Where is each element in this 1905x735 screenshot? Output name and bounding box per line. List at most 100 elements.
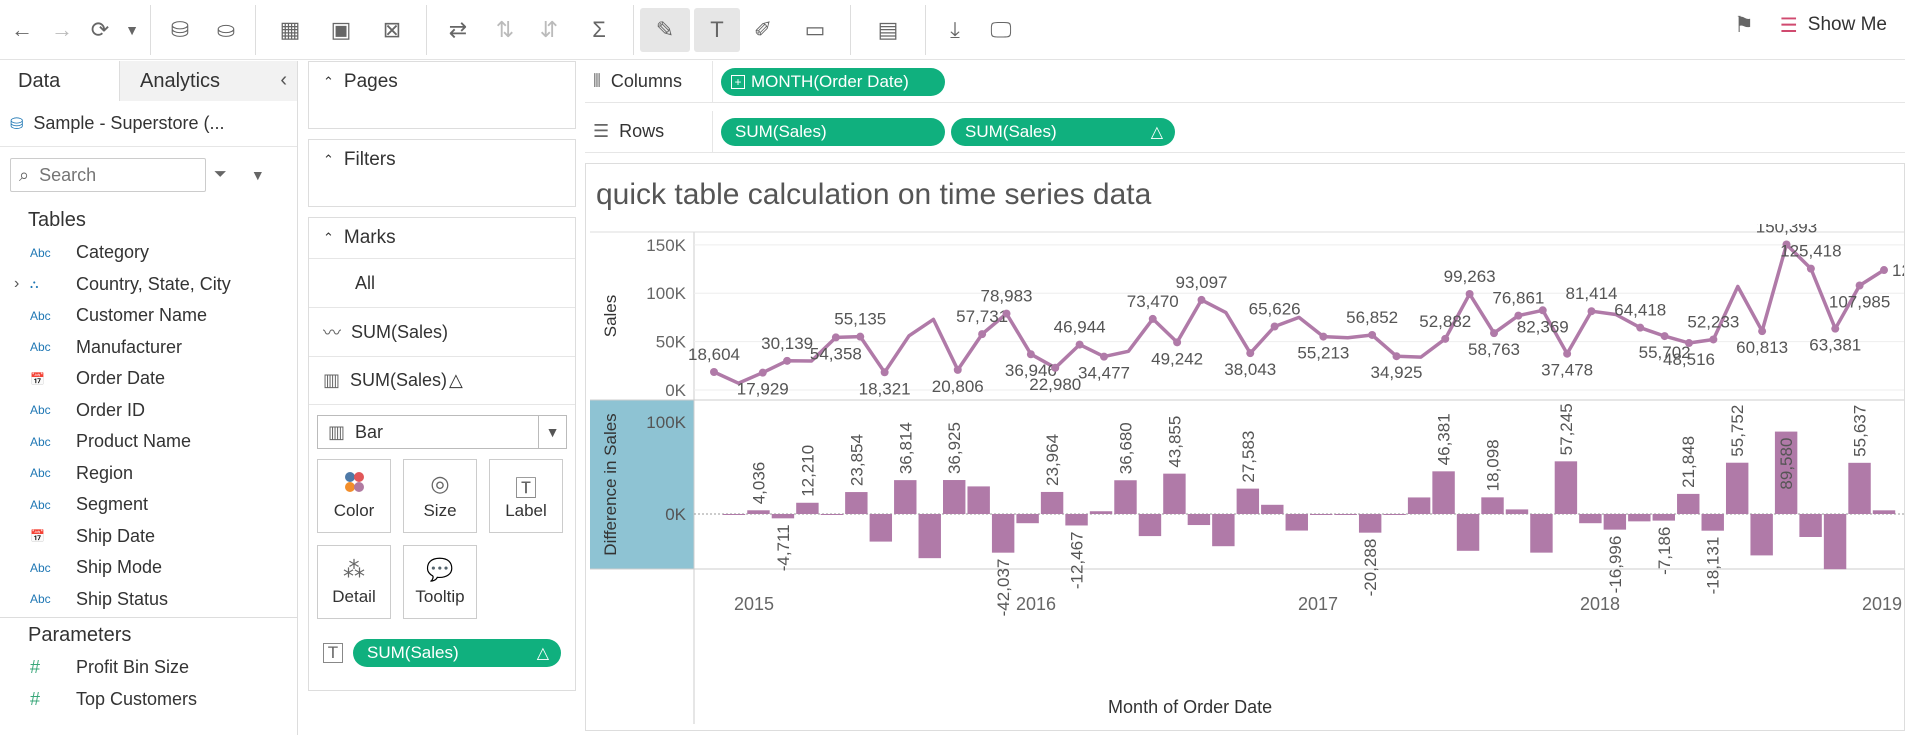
- search-input[interactable]: [39, 164, 180, 186]
- label-button[interactable]: 🅃 Label: [489, 459, 563, 533]
- columns-label: Columns: [610, 71, 682, 91]
- data-label: 18,321: [859, 379, 911, 398]
- sort-descending-icon[interactable]: ⇵: [527, 8, 571, 52]
- data-label: 18,098: [1484, 439, 1503, 491]
- chevron-up-icon[interactable]: ⌃: [323, 230, 334, 246]
- plus-icon[interactable]: +: [731, 74, 745, 89]
- bar: [1261, 504, 1284, 514]
- bar: [1481, 497, 1504, 514]
- marks-line-label: SUM(Sales): [351, 321, 449, 342]
- totals-icon[interactable]: Σ: [571, 8, 627, 52]
- mark-type-select[interactable]: ▥ Bar ▼: [317, 415, 567, 449]
- field-item[interactable]: Abc Customer Name: [0, 300, 297, 332]
- bar: [771, 514, 795, 519]
- columns-pill[interactable]: + MONTH(Order Date): [721, 67, 945, 96]
- marks-bar-tab[interactable]: ▥ SUM(Sales) △: [309, 356, 575, 405]
- text-type-icon: Abc: [30, 245, 51, 260]
- field-item[interactable]: Abc Order ID: [0, 395, 297, 427]
- collapse-icon[interactable]: ‹: [280, 69, 287, 92]
- data-point: [1051, 363, 1060, 372]
- field-item[interactable]: Abc Ship Status: [0, 584, 297, 616]
- datasource-item[interactable]: ⛁ Sample - Superstore (...: [0, 101, 297, 147]
- expand-icon[interactable]: ›: [14, 275, 19, 293]
- color-button[interactable]: Color: [317, 459, 391, 533]
- chevron-down-icon[interactable]: ▼: [538, 416, 566, 448]
- data-label: -4,711: [774, 524, 793, 571]
- pane-tabs: Data Analytics ‹: [0, 61, 297, 101]
- new-datasource-icon[interactable]: ⛁: [157, 8, 203, 52]
- data-point: [1855, 281, 1864, 290]
- download-icon[interactable]: ⤓: [932, 8, 978, 52]
- redo-icon[interactable]: ⟳: [80, 8, 120, 52]
- presentation-icon[interactable]: 🖵: [978, 8, 1024, 52]
- x-tick-label: 2018: [1580, 594, 1620, 614]
- sort-ascending-icon[interactable]: ⇅: [483, 8, 527, 52]
- field-item[interactable]: # Top Customers: [0, 684, 297, 716]
- field-item[interactable]: Abc Region: [0, 458, 297, 490]
- search-box[interactable]: ⌕: [10, 158, 206, 192]
- tooltip-button[interactable]: 💬 Tooltip: [403, 545, 477, 619]
- bar: [1358, 514, 1382, 533]
- chevron-down-icon[interactable]: ▼: [120, 8, 144, 52]
- field-list: Abc Category › ⛬ Country, State, City Abc Cust…: [0, 237, 297, 615]
- swap-icon[interactable]: ⇄: [433, 8, 483, 52]
- chevron-up-icon[interactable]: ⌃: [323, 152, 334, 168]
- show-me-button[interactable]: ⚑ ☰ Show Me: [1734, 12, 1887, 38]
- size-button[interactable]: ◎ Size: [403, 459, 477, 533]
- color-label: Color: [333, 501, 375, 520]
- filters-card[interactable]: ⌃ Filters: [308, 139, 576, 207]
- label-pill[interactable]: SUM(Sales) △: [353, 639, 561, 667]
- color-icon: [343, 471, 365, 495]
- bar: [894, 480, 917, 514]
- text-label-icon[interactable]: T: [694, 7, 740, 52]
- label-pill-text: SUM(Sales): [367, 643, 459, 662]
- columns-icon: ⦀: [593, 71, 601, 91]
- bar: [1432, 471, 1455, 514]
- tab-data[interactable]: Data: [0, 61, 120, 101]
- new-worksheet-icon[interactable]: ▦: [262, 8, 318, 52]
- marks-card: ⌃ Marks All 〰 SUM(Sales) ▥ SUM(Sales) △ …: [308, 217, 576, 691]
- detail-button[interactable]: ⁂ Detail: [317, 545, 391, 619]
- data-point: [1636, 323, 1645, 332]
- field-item[interactable]: › ⛬ Country, State, City: [0, 269, 297, 301]
- fit-icon[interactable]: ▭: [786, 8, 844, 52]
- pin-icon[interactable]: ⚑: [1734, 12, 1754, 38]
- toolbar-divider: [850, 4, 851, 55]
- pages-header: ⌃ Pages: [309, 62, 575, 102]
- show-cards-icon[interactable]: ▤: [857, 8, 919, 52]
- rows-pill-1[interactable]: SUM(Sales): [721, 117, 945, 146]
- highlight-icon[interactable]: ✎: [640, 7, 690, 52]
- data-label: 36,814: [896, 422, 915, 474]
- text-type-icon: Abc: [30, 308, 51, 323]
- filter-icon[interactable]: ⏷: [214, 166, 227, 184]
- columns-shelf[interactable]: ⦀ Columns + MONTH(Order Date): [585, 60, 1905, 103]
- pause-updates-icon[interactable]: ⛀: [203, 8, 249, 52]
- field-item[interactable]: Abc Category: [0, 237, 297, 269]
- rows-icon: ☰: [593, 121, 610, 141]
- rows-shelf[interactable]: ☰ Rows SUM(Sales) SUM(Sales) △: [585, 110, 1905, 153]
- field-item[interactable]: # Profit Bin Size: [0, 652, 297, 684]
- chevron-up-icon[interactable]: ⌃: [323, 74, 334, 90]
- duplicate-sheet-icon[interactable]: ▣: [318, 8, 364, 52]
- marks-line-tab[interactable]: 〰 SUM(Sales): [309, 307, 575, 356]
- rows-pill-2[interactable]: SUM(Sales) △: [951, 117, 1175, 146]
- field-item[interactable]: Abc Manufacturer: [0, 332, 297, 364]
- field-item[interactable]: 📅 Order Date: [0, 363, 297, 395]
- field-item[interactable]: Abc Product Name: [0, 426, 297, 458]
- delta-icon: △: [449, 370, 463, 390]
- clear-sheet-icon[interactable]: ⊠: [364, 8, 420, 52]
- forward-arrow-icon[interactable]: →: [44, 8, 80, 52]
- chevron-down-icon[interactable]: ▼: [251, 167, 265, 183]
- pages-card[interactable]: ⌃ Pages: [308, 61, 576, 129]
- marks-all-tab[interactable]: All: [309, 258, 575, 307]
- bar: [1236, 488, 1260, 514]
- field-item[interactable]: Abc Segment: [0, 489, 297, 521]
- annotate-icon[interactable]: ✐: [740, 8, 786, 52]
- number-icon: #: [30, 657, 41, 678]
- tab-analytics[interactable]: Analytics ‹: [120, 61, 297, 101]
- field-label: Ship Status: [76, 588, 169, 609]
- field-item[interactable]: 📅 Ship Date: [0, 521, 297, 553]
- field-item[interactable]: Abc Ship Mode: [0, 552, 297, 584]
- back-arrow-icon[interactable]: ←: [0, 8, 44, 52]
- y-tick-label: 0K: [665, 505, 686, 524]
